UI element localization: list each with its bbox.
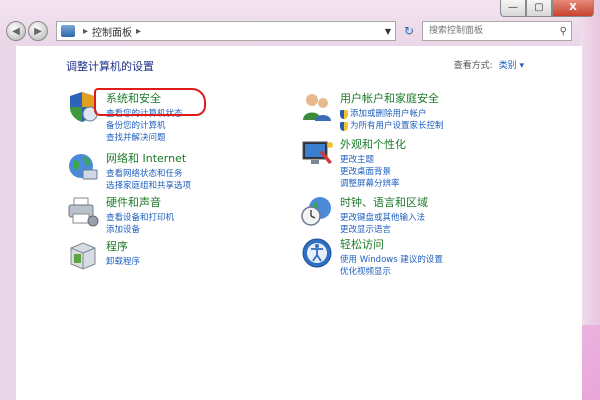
programs-box-icon[interactable]	[66, 238, 100, 272]
category-link[interactable]: 查找并解决问题	[106, 132, 183, 144]
search-input[interactable]	[427, 25, 555, 37]
category-link[interactable]: 备份您的计算机	[106, 120, 183, 132]
navigation-bar: ◀ ▶ ▸ 控制面板 ▸ ▼ ↻ ⚲	[6, 20, 586, 42]
page-title: 调整计算机的设置	[66, 60, 154, 73]
category-link-text: 添加或删除用户帐户	[350, 109, 427, 119]
category-appearance: 外观和个性化 更改主题 更改桌面背景 调整屏幕分辨率	[300, 136, 406, 190]
category-title[interactable]: 时钟、语言和区域	[340, 194, 428, 210]
category-clock-language-region: 时钟、语言和区域 更改键盘或其他输入法 更改显示语言	[300, 194, 428, 236]
ease-of-access-icon[interactable]	[300, 236, 334, 270]
view-by-dropdown[interactable]: 类别 ▾	[499, 58, 524, 71]
search-box[interactable]: ⚲	[422, 21, 572, 41]
minimize-button[interactable]: —	[500, 0, 526, 17]
address-bar[interactable]: ▸ 控制面板 ▸ ▼	[56, 21, 396, 41]
category-link[interactable]: 查看设备和打印机	[106, 212, 174, 224]
category-title[interactable]: 轻松访问	[340, 236, 443, 252]
category-hardware-sound: 硬件和声音 查看设备和打印机 添加设备	[66, 194, 174, 236]
breadcrumb-control-panel[interactable]: 控制面板	[92, 24, 132, 39]
annotation-highlight	[94, 88, 206, 116]
category-link[interactable]: 更改键盘或其他输入法	[340, 212, 428, 224]
refresh-icon[interactable]: ↻	[400, 24, 418, 38]
network-globe-icon[interactable]	[66, 150, 100, 184]
close-button[interactable]: X	[552, 0, 594, 17]
category-link[interactable]: 添加设备	[106, 224, 174, 236]
window-controls: — ▢ X	[500, 0, 594, 17]
category-ease-of-access: 轻松访问 使用 Windows 建议的设置 优化视频显示	[300, 236, 443, 278]
category-link[interactable]: 使用 Windows 建议的设置	[340, 254, 443, 266]
category-network-internet: 网络和 Internet 查看网络状态和任务 选择家庭组和共享选项	[66, 150, 191, 192]
back-arrow-icon: ◀	[12, 25, 20, 37]
address-dropdown-icon[interactable]: ▼	[385, 27, 391, 36]
users-icon[interactable]	[300, 90, 334, 124]
category-link[interactable]: 查看网络状态和任务	[106, 168, 191, 180]
category-title[interactable]: 用户帐户和家庭安全	[340, 90, 444, 106]
shield-icon	[340, 121, 348, 131]
view-by: 查看方式: 类别 ▾	[454, 58, 524, 71]
clock-globe-icon[interactable]	[300, 194, 334, 228]
category-link[interactable]: 更改主题	[340, 154, 406, 166]
search-icon[interactable]: ⚲	[560, 26, 567, 37]
category-title[interactable]: 硬件和声音	[106, 194, 174, 210]
category-link[interactable]: 优化视频显示	[340, 266, 443, 278]
breadcrumb-chevron-icon[interactable]: ▸	[136, 26, 141, 37]
category-link[interactable]: 更改桌面背景	[340, 166, 406, 178]
back-button[interactable]: ◀	[6, 21, 26, 41]
breadcrumb-separator-icon[interactable]: ▸	[83, 26, 88, 37]
view-by-label: 查看方式:	[453, 61, 493, 71]
category-link[interactable]: 卸载程序	[106, 256, 140, 268]
category-title[interactable]: 网络和 Internet	[106, 150, 191, 166]
category-title[interactable]: 程序	[106, 238, 140, 254]
control-panel-content: 调整计算机的设置 查看方式: 类别 ▾ 系统和安全 查看您的计算机状态 备份您的…	[16, 46, 582, 400]
category-title[interactable]: 外观和个性化	[340, 136, 406, 152]
printer-icon[interactable]	[66, 194, 100, 228]
shield-icon	[340, 109, 348, 119]
appearance-monitor-icon[interactable]	[300, 136, 334, 170]
category-user-accounts: 用户帐户和家庭安全 添加或删除用户帐户 为所有用户设置家长控制	[300, 90, 444, 132]
category-link[interactable]: 选择家庭组和共享选项	[106, 180, 191, 192]
category-link[interactable]: 为所有用户设置家长控制	[340, 120, 444, 132]
forward-arrow-icon: ▶	[34, 25, 42, 37]
category-link-text: 为所有用户设置家长控制	[350, 121, 444, 131]
category-link[interactable]: 调整屏幕分辨率	[340, 178, 406, 190]
category-programs: 程序 卸载程序	[66, 238, 140, 272]
category-link[interactable]: 更改显示语言	[340, 224, 428, 236]
category-link[interactable]: 添加或删除用户帐户	[340, 108, 444, 120]
control-panel-icon	[61, 25, 75, 37]
maximize-button[interactable]: ▢	[526, 0, 552, 17]
forward-button[interactable]: ▶	[28, 21, 48, 41]
